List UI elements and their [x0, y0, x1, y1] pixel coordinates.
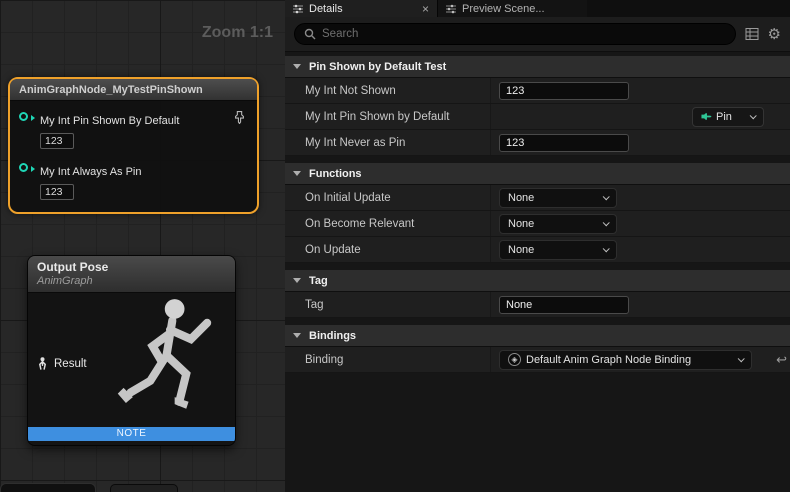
output-pose-header: Output Pose AnimGraph	[28, 256, 235, 293]
pose-pin-person-icon	[37, 357, 48, 370]
details-property-list: Pin Shown by Default Test My Int Not Sho…	[285, 52, 790, 492]
result-pin-label: Result	[54, 358, 87, 370]
expander-arrow-icon	[293, 278, 301, 283]
property-row-binding: Binding ◈ Default Anim Graph Node Bindin…	[285, 347, 790, 373]
property-row-my-int-never-as-pin: My Int Never as Pin	[285, 130, 790, 156]
pin-icon	[701, 111, 712, 122]
node-subtitle: AnimGraph	[37, 275, 226, 287]
section-pin-shown-by-default-test[interactable]: Pin Shown by Default Test	[285, 56, 790, 78]
anim-graph-node-mytestpinshown[interactable]: AnimGraphNode_MyTestPinShown My Int Pin …	[8, 77, 259, 214]
thumbtack-pin-icon[interactable]	[233, 111, 246, 124]
section-functions[interactable]: Functions	[285, 163, 790, 185]
property-row-on-initial-update: On Initial Update None	[285, 185, 790, 211]
close-icon[interactable]: ×	[422, 3, 429, 15]
preview-tab-icon	[446, 4, 456, 14]
output-pose-node[interactable]: Output Pose AnimGraph	[27, 255, 236, 446]
node-title: Output Pose	[37, 260, 226, 274]
on-become-relevant-dropdown[interactable]: None	[499, 214, 617, 234]
pin-row-shown-by-default: My Int Pin Shown By Default	[10, 111, 257, 129]
mannequin-image	[111, 295, 229, 425]
offscreen-node-stub[interactable]	[110, 484, 178, 492]
binding-icon: ◈	[508, 353, 521, 366]
search-box[interactable]	[294, 23, 736, 45]
settings-gear-icon[interactable]: ⚙	[768, 27, 781, 42]
output-pose-body: Result	[28, 293, 235, 427]
node-title: AnimGraphNode_MyTestPinShown	[10, 79, 257, 101]
search-icon	[304, 28, 316, 40]
my-int-not-shown-input[interactable]	[499, 82, 629, 100]
pin-label: My Int Always As Pin	[40, 166, 141, 178]
pin-label: My Int Pin Shown By Default	[40, 115, 179, 127]
expander-arrow-icon	[293, 333, 301, 338]
details-toolbar: ⚙	[285, 17, 790, 52]
int-pin-icon[interactable]	[19, 163, 28, 172]
expander-arrow-icon	[293, 64, 301, 69]
details-panel: Details × Preview Scene...	[285, 0, 790, 492]
tab-details[interactable]: Details ×	[285, 0, 437, 17]
note-badge: NOTE	[28, 427, 235, 441]
binding-dropdown[interactable]: ◈ Default Anim Graph Node Binding	[499, 350, 752, 370]
property-row-tag: Tag	[285, 292, 790, 318]
property-row-on-become-relevant: On Become Relevant None	[285, 211, 790, 237]
chevron-down-icon	[738, 355, 745, 362]
property-row-on-update: On Update None	[285, 237, 790, 263]
display-options-icon[interactable]	[745, 28, 759, 40]
tab-label: Preview Scene...	[462, 3, 545, 15]
tab-label: Details	[309, 3, 343, 15]
expander-arrow-icon	[293, 171, 301, 176]
reset-to-default-icon[interactable]: ↩	[776, 353, 787, 366]
details-tab-icon	[293, 4, 303, 14]
section-tag[interactable]: Tag	[285, 270, 790, 292]
tab-preview-scene[interactable]: Preview Scene...	[437, 0, 587, 17]
search-input[interactable]	[322, 28, 726, 40]
pin-value-input[interactable]	[40, 133, 74, 149]
tag-input[interactable]	[499, 296, 629, 314]
chevron-down-icon	[603, 245, 610, 252]
property-row-my-int-not-shown: My Int Not Shown	[285, 78, 790, 104]
int-pin-icon[interactable]	[19, 112, 28, 121]
chevron-down-icon	[750, 112, 757, 119]
anim-graph-canvas[interactable]: Zoom 1:1 AnimGraphNode_MyTestPinShown My…	[0, 0, 285, 492]
on-update-dropdown[interactable]: None	[499, 240, 617, 260]
pin-row-always-as-pin: My Int Always As Pin	[10, 162, 257, 180]
my-int-never-as-pin-input[interactable]	[499, 134, 629, 152]
property-row-my-int-pin-shown-by-default: My Int Pin Shown by Default Pin	[285, 104, 790, 130]
unreal-editor-window: Zoom 1:1 AnimGraphNode_MyTestPinShown My…	[0, 0, 790, 492]
panel-tab-bar: Details × Preview Scene...	[285, 0, 790, 17]
on-initial-update-dropdown[interactable]: None	[499, 188, 617, 208]
zoom-indicator: Zoom 1:1	[202, 24, 273, 42]
node-footer	[28, 441, 235, 445]
pin-value-input[interactable]	[40, 184, 74, 200]
section-bindings[interactable]: Bindings	[285, 325, 790, 347]
chevron-down-icon	[603, 193, 610, 200]
pin-state-dropdown[interactable]: Pin	[692, 107, 764, 127]
result-pin-row[interactable]: Result	[37, 357, 87, 370]
offscreen-node-stub[interactable]	[0, 483, 96, 492]
chevron-down-icon	[603, 219, 610, 226]
